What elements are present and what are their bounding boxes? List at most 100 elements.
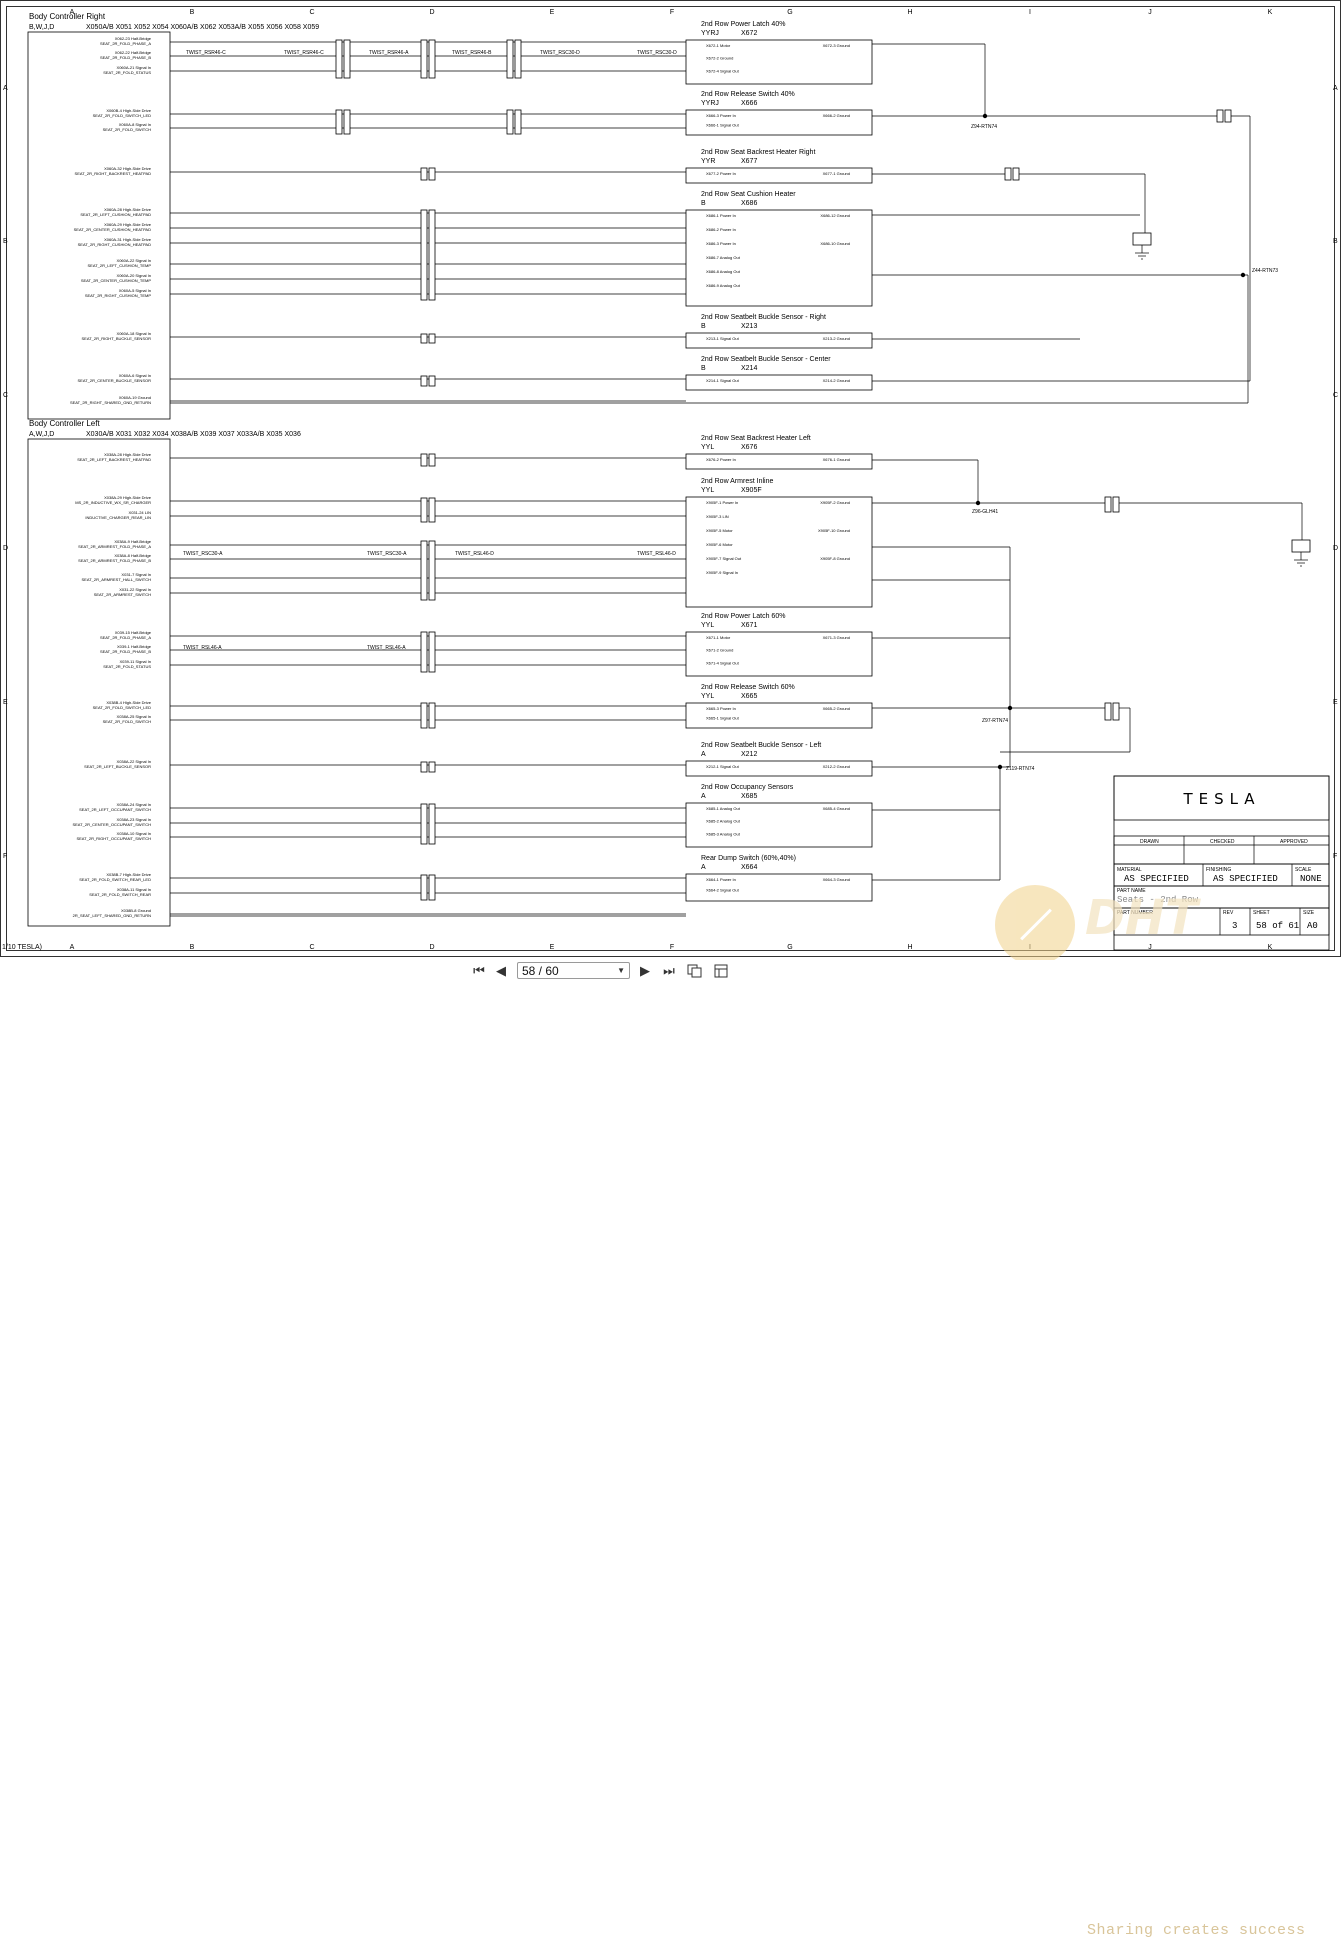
component-pin-left: X686-7 Analog Out bbox=[706, 255, 741, 260]
twist-label: TWIST_RSR46-A bbox=[369, 50, 409, 56]
zone-column-top-C: C bbox=[309, 9, 314, 16]
inline-connector-6-a bbox=[420, 167, 428, 181]
zone-column-bottom-H: H bbox=[907, 944, 912, 951]
wiring-diagram-sheet: AABBCCDDEEFFGGHHIIJJKKAABBCCDDEEFF1/10 T… bbox=[0, 0, 1341, 960]
inline-connector-18-b bbox=[1012, 167, 1020, 181]
component-title: 2nd Row Seat Backrest Heater Right bbox=[701, 149, 815, 156]
component-pin-right: X685-4 Ground bbox=[823, 806, 850, 811]
rev-label: REV bbox=[1223, 910, 1234, 916]
inline-connector-10-b bbox=[428, 453, 436, 467]
component-variant: B bbox=[701, 200, 706, 207]
page-setup-icon[interactable] bbox=[712, 963, 730, 979]
scale-value: NONE bbox=[1300, 874, 1322, 884]
inline-connector-12-b bbox=[428, 540, 436, 601]
component-pin-right: X664-3 Ground bbox=[823, 877, 850, 882]
inline-connector-3-b bbox=[514, 39, 522, 79]
right-controller-signal-label: SEAT_2R_RIGHT_CUSHION_HEATPAD bbox=[78, 242, 151, 247]
twist-label: TWIST_RSC30-D bbox=[540, 50, 580, 56]
component-title: 2nd Row Armrest Inline bbox=[701, 478, 773, 485]
component-pin-left: X666-3 Power In bbox=[706, 113, 736, 118]
left-controller-signal-label: SEAT_2R_LEFT_BUCKLE_SENSOR bbox=[84, 764, 151, 769]
component-pin-left: X672-4 Signal Out bbox=[706, 68, 740, 73]
pages-view-icon[interactable] bbox=[686, 963, 704, 979]
component-pin-left: X672-2 Ground bbox=[706, 56, 733, 61]
first-page-icon[interactable]: ⏮ bbox=[470, 963, 488, 979]
component-pin-right: X671-3 Ground bbox=[823, 635, 850, 640]
inline-connector-5-a bbox=[506, 109, 514, 135]
watermark-text: Sharing creates success bbox=[1087, 1922, 1306, 1939]
component-pin-left: X905F-3 LIN bbox=[706, 514, 729, 519]
component-title: 2nd Row Occupancy Sensors bbox=[701, 784, 794, 791]
inline-connector-3-a bbox=[506, 39, 514, 79]
right-controller-signal-label: SEAT_2R_CENTER_CUSHION_HEATPAD bbox=[74, 227, 151, 232]
component-pin-left: X671-1 Motor bbox=[706, 635, 731, 640]
twist-label: TWIST_RSR46-C bbox=[186, 50, 226, 56]
next-page-icon[interactable]: ▶ bbox=[638, 963, 652, 979]
component-pin-left: X686-9 Analog Out bbox=[706, 283, 741, 288]
rev-value: 3 bbox=[1232, 921, 1237, 931]
component-pin-left: X905F-7 Signal Out bbox=[706, 556, 742, 561]
zone-column-top-E: E bbox=[550, 9, 555, 16]
inline-connector-18-a bbox=[1004, 167, 1012, 181]
right-controller-signal-label: SEAT_2R_RIGHT_BUCKLE_SENSOR bbox=[81, 336, 151, 341]
size-label: SIZE bbox=[1303, 910, 1315, 916]
zone-column-bottom-F: F bbox=[670, 944, 674, 951]
zone-row-right-B: B bbox=[1333, 238, 1338, 245]
component-variant: YYL bbox=[701, 693, 714, 700]
inline-connector-9-a bbox=[420, 375, 428, 387]
inline-connector-19-a bbox=[1216, 109, 1224, 123]
right-controller-signal-label: SEAT_2R_RIGHT_SHARED_GND_RETURN bbox=[70, 400, 151, 405]
component-pin-left: X677-2 Power In bbox=[706, 171, 736, 176]
inline-connector-1-b bbox=[343, 39, 351, 79]
drawn-label: DRAWN bbox=[1140, 839, 1159, 845]
component-pin-left: X666-1 Signal Out bbox=[706, 123, 740, 128]
component-title: 2nd Row Seat Cushion Heater bbox=[701, 191, 796, 198]
splice-label: Z119-RTN74 bbox=[1006, 766, 1035, 772]
page-number-input[interactable]: 58 / 60 ▼ bbox=[517, 962, 630, 979]
component-pin-left: X686-8 Analog Out bbox=[706, 269, 741, 274]
component-connector-id: X671 bbox=[741, 622, 757, 629]
zone-column-top-D: D bbox=[429, 9, 434, 16]
component-variant: YYL bbox=[701, 487, 714, 494]
left-controller-signal-label: SEAT_2R_ARMREST_SWITCH bbox=[94, 592, 151, 597]
size-value: A0 bbox=[1307, 921, 1318, 931]
zone-row-right-C: C bbox=[1333, 392, 1338, 399]
ground-symbol-1-box bbox=[1132, 232, 1152, 246]
left-controller-signal-label: SEAT_2R_LEFT_OCCUPANT_SWITCH bbox=[79, 807, 151, 812]
twist-label: TWIST_RSR46-C bbox=[284, 50, 324, 56]
component-title: 2nd Row Release Switch 40% bbox=[701, 91, 795, 98]
zone-row-left-C: C bbox=[3, 392, 8, 399]
component-pin-left: X685-3 Analog Out bbox=[706, 831, 741, 836]
inline-connector-15-a bbox=[420, 761, 428, 773]
splice-z44 bbox=[1240, 272, 1246, 278]
right-controller-signal-label: SEAT_2R_RIGHT_BACKREST_HEATPAD bbox=[75, 171, 152, 176]
prev-page-icon[interactable]: ◀ bbox=[494, 963, 508, 979]
component-connector-id: X905F bbox=[741, 487, 762, 494]
twist-label: TWIST_RSL46-D bbox=[455, 551, 494, 557]
inline-connector-15-b bbox=[428, 761, 436, 773]
component-pin-right: X666-2 Ground bbox=[823, 113, 850, 118]
inline-connector-14-a bbox=[420, 702, 428, 729]
component-connector-id: X686 bbox=[741, 200, 757, 207]
zone-row-right-A: A bbox=[1333, 85, 1338, 92]
zone-column-bottom-A: A bbox=[70, 944, 75, 951]
component-title: 2nd Row Power Latch 60% bbox=[701, 613, 785, 620]
left-controller-signal-label: INDUCTIVE_CHARGER_REAR_LIN bbox=[85, 515, 151, 520]
inline-connector-1-a bbox=[335, 39, 343, 79]
component-pin-right: X212-2 Ground bbox=[823, 764, 850, 769]
last-page-icon[interactable]: ⏭ bbox=[660, 963, 678, 979]
component-pin-left: X905F-5 Motor bbox=[706, 528, 733, 533]
sheet-value: 58 of 61 bbox=[1256, 921, 1299, 931]
splice-z94 bbox=[982, 113, 988, 119]
inline-connector-4-b bbox=[343, 109, 351, 135]
component-title: 2nd Row Release Switch 60% bbox=[701, 684, 795, 691]
component-connector-id: X664 bbox=[741, 864, 757, 871]
twist-label: TWIST_RSL46-A bbox=[183, 645, 222, 651]
component-pin-left: X671-4 Signal Out bbox=[706, 660, 740, 665]
inline-connector-13-a bbox=[420, 631, 428, 673]
component-pin-right: X676-1 Ground bbox=[823, 457, 850, 462]
inline-connector-4-a bbox=[335, 109, 343, 135]
body-controller-right-title: Body Controller Right bbox=[29, 12, 106, 21]
component-pin-left: X905F-9 Signal In bbox=[706, 570, 738, 575]
left-controller-signal-label: SEAT_2R_RIGHT_OCCUPANT_SWITCH bbox=[76, 836, 151, 841]
